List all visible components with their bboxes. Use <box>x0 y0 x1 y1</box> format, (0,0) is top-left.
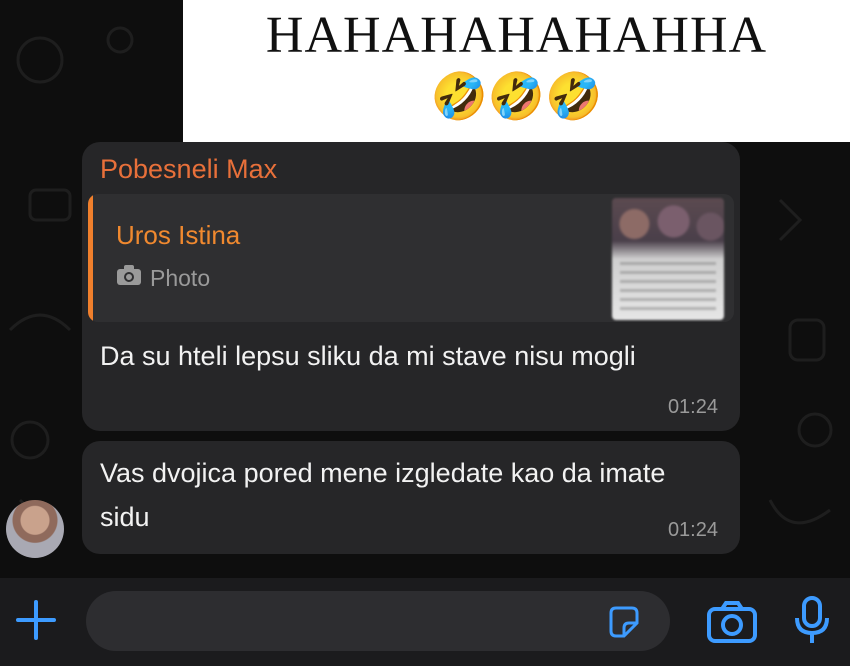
message-bubble[interactable]: Vas dvojica pored mene izgledate kao da … <box>82 441 740 554</box>
camera-icon <box>116 264 142 292</box>
caption-text: HAHAHAHAHAHHA <box>265 7 768 64</box>
composer-bar <box>0 578 850 666</box>
reply-type: Photo <box>116 264 210 292</box>
reply-quote[interactable]: Uros Istina Photo <box>88 194 734 322</box>
message-text: Da su hteli lepsu sliku da mi stave nisu… <box>100 341 636 371</box>
message-time: 01:24 <box>667 396 718 418</box>
message-input[interactable] <box>86 591 670 651</box>
reply-thumbnail <box>612 198 724 320</box>
message-time: 01:24 <box>667 519 718 541</box>
microphone-icon[interactable] <box>792 596 832 646</box>
sender-name: Pobesneli Max <box>100 154 278 184</box>
reply-accent-bar <box>88 194 93 322</box>
message-bubble[interactable]: Pobesneli Max Uros Istina Photo Da su ht… <box>82 142 740 431</box>
message-text: Vas dvojica pored mene izgledate kao da … <box>100 458 666 532</box>
laughing-emoji-row: 🤣🤣🤣 <box>430 70 603 122</box>
sender-avatar[interactable] <box>6 500 64 558</box>
caption-overlay: HAHAHAHAHAHHA 🤣🤣🤣 <box>183 0 850 142</box>
reply-type-label: Photo <box>150 264 211 291</box>
sticker-icon[interactable] <box>607 605 641 639</box>
reply-author: Uros Istina <box>116 220 241 250</box>
plus-icon[interactable] <box>14 598 58 642</box>
camera-icon[interactable] <box>706 600 758 644</box>
